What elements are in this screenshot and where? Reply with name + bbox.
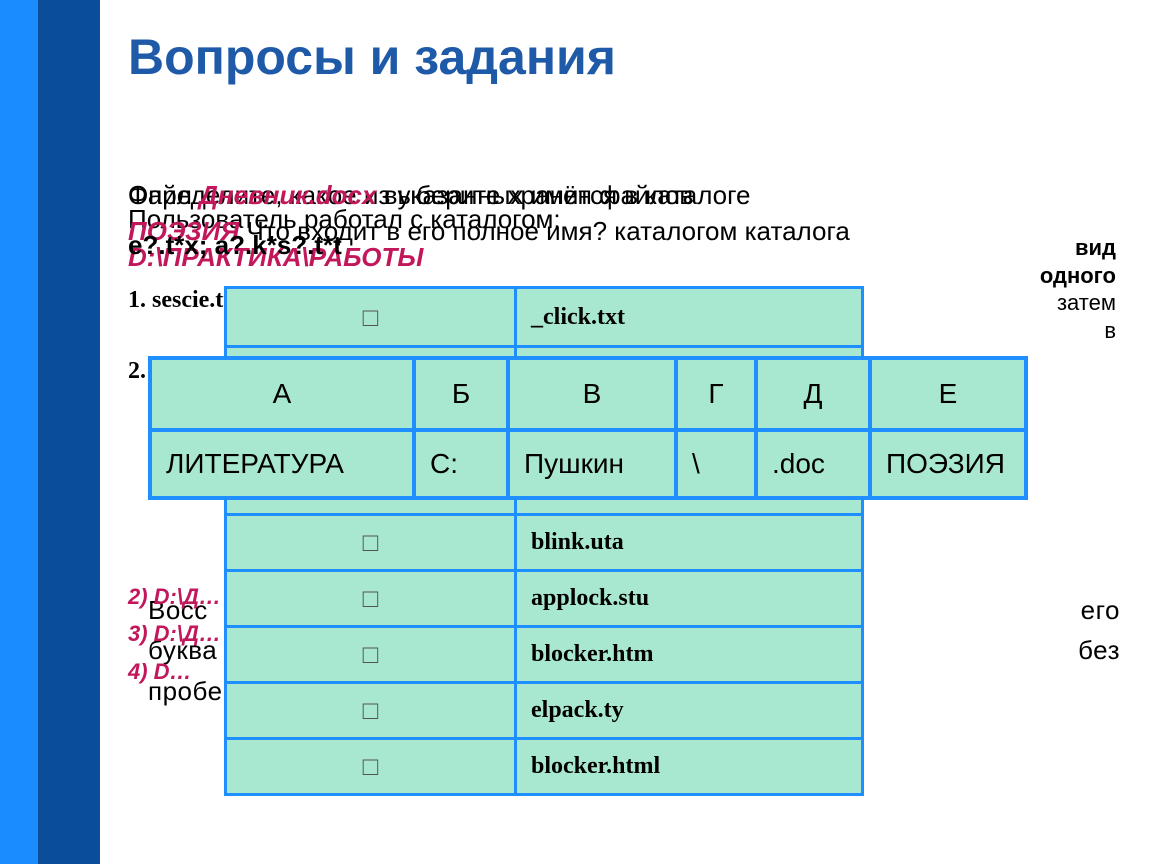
value-cell: ЛИТЕРАТУРА	[152, 432, 416, 496]
value-cell: \	[678, 432, 758, 496]
value-cell: C:	[416, 432, 510, 496]
header-cell: Г	[678, 360, 758, 428]
text-fragment: затем	[1040, 289, 1116, 317]
file-cell: _click.txt	[517, 289, 861, 345]
lower-text: Восс его буква без пробе	[148, 590, 1120, 711]
text-fragment: e?.t*x; a?.k*s?.t*t	[128, 230, 342, 260]
text-fragment: одного	[1040, 262, 1116, 290]
list-item: 2) D:\Д…	[128, 578, 221, 615]
table-row: А Б В Г Д Е	[152, 360, 1024, 428]
list-item: 4) D…	[128, 653, 221, 690]
checkbox-placeholder-icon	[227, 516, 517, 569]
text-fragment: его	[1081, 590, 1120, 630]
text-fragment: вид	[1040, 234, 1116, 262]
header-cell: Б	[416, 360, 510, 428]
slide: Вопросы и задания Определите, какое из у…	[0, 0, 1150, 864]
header-cell: В	[510, 360, 678, 428]
list-item: 3) D:\Д…	[128, 615, 221, 652]
table-row: blink.uta	[227, 513, 861, 569]
slide-title: Вопросы и задания	[128, 28, 616, 86]
file-cell: blink.uta	[517, 516, 861, 569]
left-band	[0, 0, 100, 864]
header-cell: Е	[872, 360, 1024, 428]
value-cell: ПОЭЗИЯ	[872, 432, 1024, 496]
side-words: вид одного затем в	[1040, 234, 1116, 344]
value-cell: Пушкин	[510, 432, 678, 496]
checkbox-placeholder-icon	[227, 740, 517, 793]
header-cell: Д	[758, 360, 872, 428]
left-band-inner	[38, 0, 100, 864]
header-cell: А	[152, 360, 416, 428]
file-cell: blocker.html	[517, 740, 861, 793]
text-fragment: в	[1040, 317, 1116, 345]
numbered-list: 2) D:\Д… 3) D:\Д… 4) D…	[128, 578, 221, 690]
table-row: _click.txt	[227, 289, 861, 345]
text-fragment: без	[1078, 630, 1120, 670]
table-row: ЛИТЕРАТУРА C: Пушкин \ .doc ПОЭЗИЯ	[152, 428, 1024, 496]
value-cell: .doc	[758, 432, 872, 496]
checkbox-placeholder-icon	[227, 289, 517, 345]
letter-table: А Б В Г Д Е ЛИТЕРАТУРА C: Пушкин \ .doc …	[148, 356, 1028, 500]
table-row: blocker.html	[227, 737, 861, 793]
